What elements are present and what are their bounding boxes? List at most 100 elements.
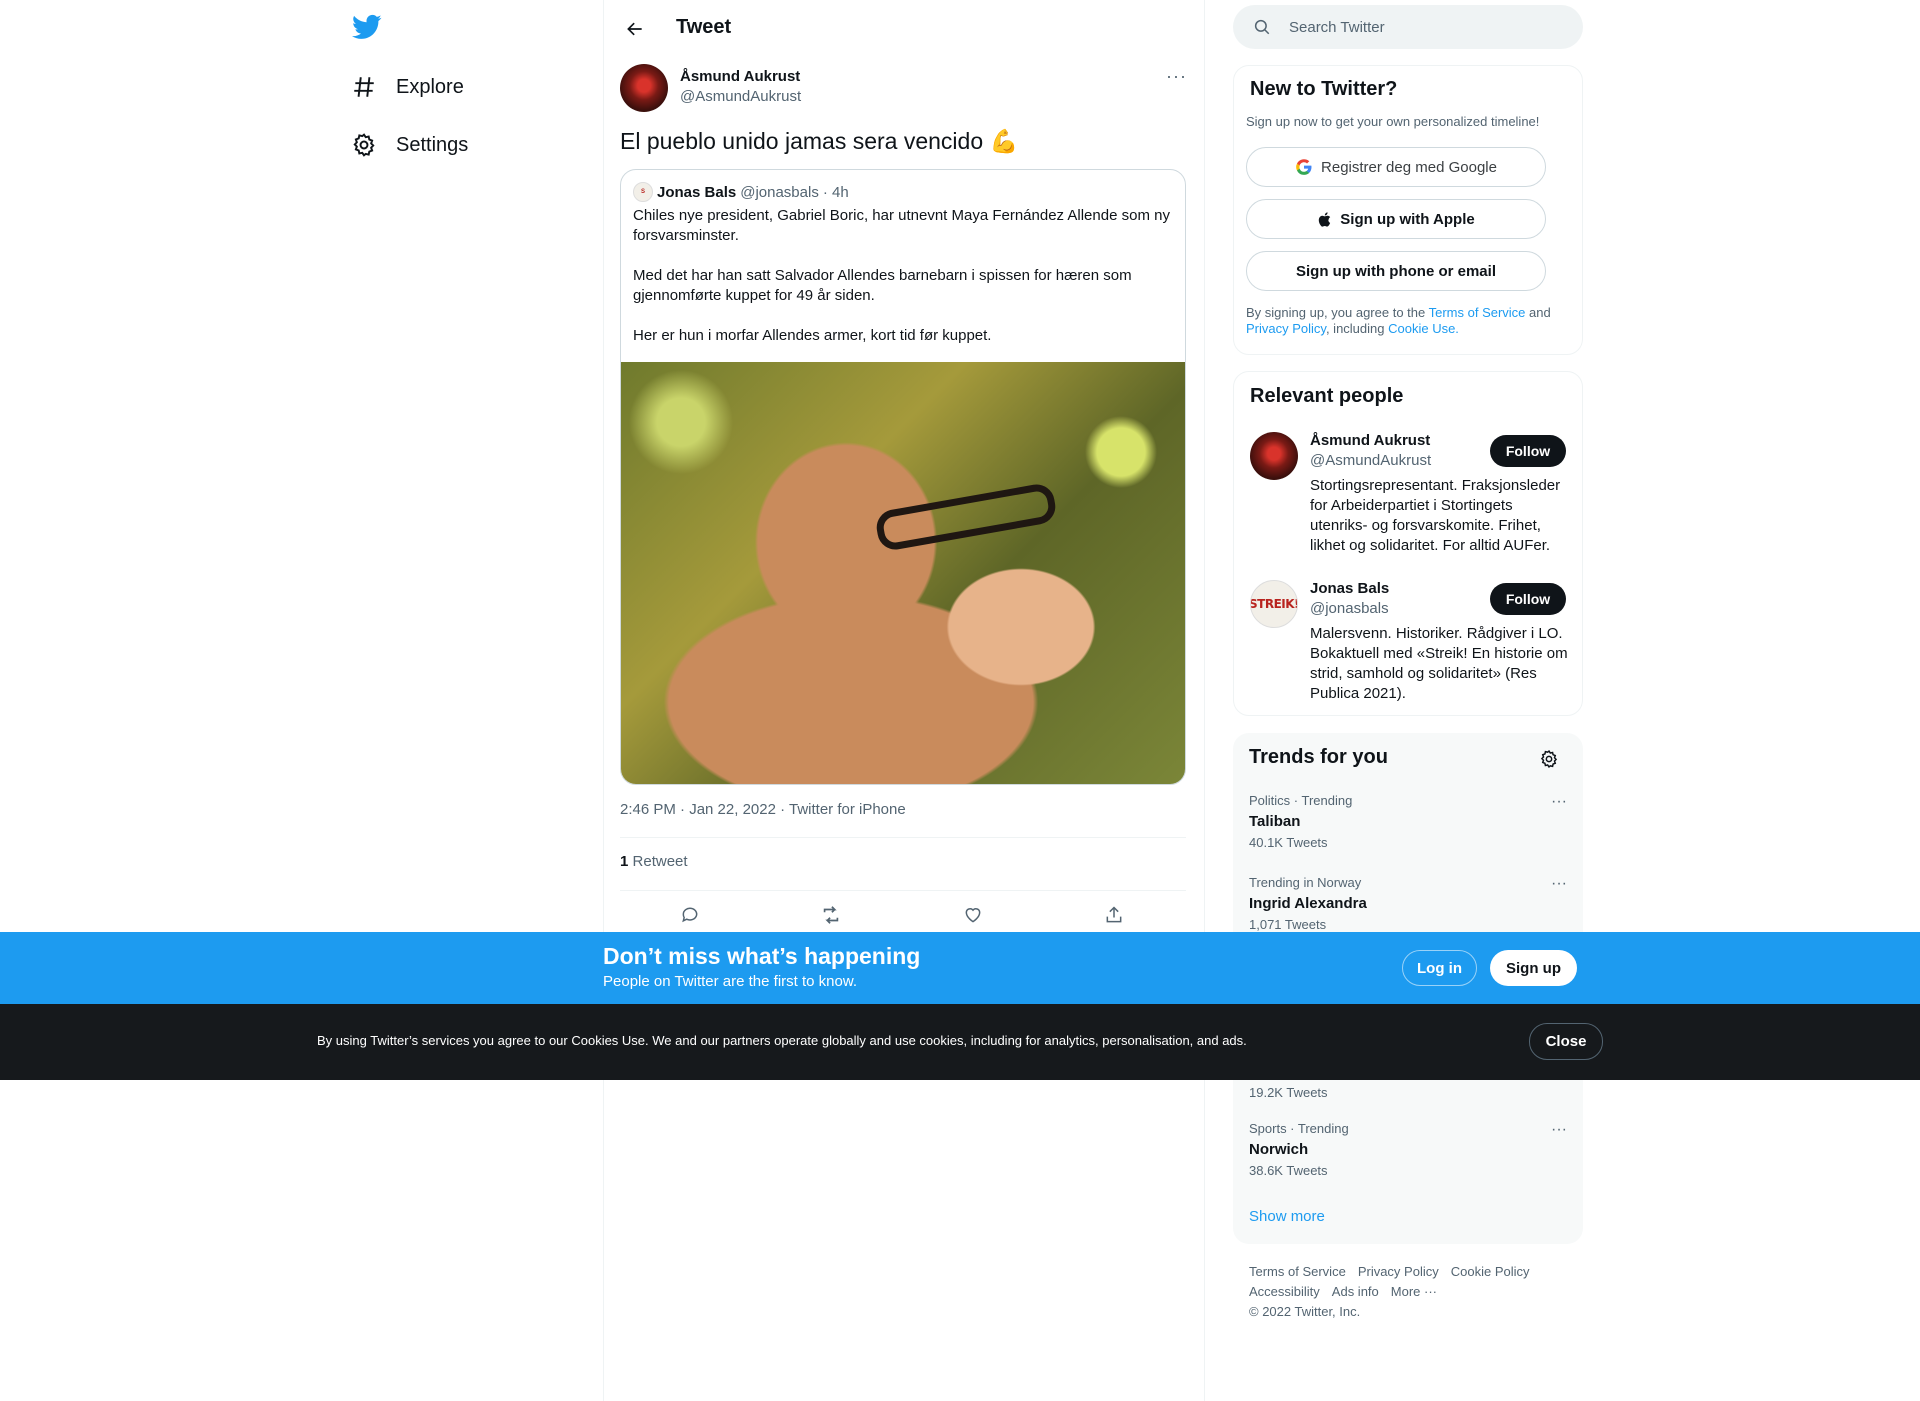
trend-item[interactable]: Politics · Trending Taliban 40.1K Tweets…: [1249, 793, 1567, 851]
trend-context: Sports · Trending: [1249, 1121, 1349, 1136]
trend-more-icon[interactable]: ···: [1551, 1121, 1567, 1139]
gear-icon: [350, 131, 378, 159]
person-avatar[interactable]: STREIK!: [1250, 580, 1298, 628]
search-icon: [1253, 17, 1273, 37]
trend-count: 38.6K Tweets: [1249, 1163, 1328, 1178]
cookie-link[interactable]: Cookie Use.: [1388, 321, 1459, 336]
trend-item[interactable]: Trending in Norway Ingrid Alexandra 1,07…: [1249, 875, 1567, 933]
quote-author-name: Jonas Bals: [657, 183, 737, 201]
person-bio: Malersvenn. Historiker. Rådgiver i LO. B…: [1310, 625, 1568, 702]
quote-author-avatar: S: [633, 182, 653, 202]
footer-link[interactable]: Privacy Policy: [1358, 1264, 1439, 1279]
trend-context: Politics · Trending: [1249, 793, 1353, 808]
trend-count: 40.1K Tweets: [1249, 835, 1328, 850]
trend-item[interactable]: 19.2K Tweets: [1249, 1082, 1567, 1101]
divider: [620, 837, 1186, 838]
back-arrow-icon[interactable]: [620, 14, 650, 44]
footer-link[interactable]: More ···: [1391, 1284, 1437, 1299]
quote-author-handle: @jonasbals: [740, 183, 819, 201]
privacy-link[interactable]: Privacy Policy: [1246, 321, 1326, 336]
quote-time: · 4h: [822, 183, 849, 201]
copyright: © 2022 Twitter, Inc.: [1249, 1304, 1361, 1319]
phone-email-signup-button[interactable]: Sign up with phone or email: [1246, 251, 1546, 291]
nav-explore-label: Explore: [396, 75, 464, 98]
nav-explore[interactable]: Explore: [350, 59, 464, 115]
footer-link[interactable]: Accessibility: [1249, 1284, 1320, 1299]
trend-count: 19.2K Tweets: [1249, 1085, 1328, 1100]
tweet-text: El pueblo unido jamas sera vencido 💪: [620, 128, 1019, 154]
trend-name: Ingrid Alexandra: [1249, 895, 1367, 912]
google-icon: [1296, 159, 1312, 175]
trend-name: Taliban: [1249, 813, 1301, 830]
phone-email-signup-label: Sign up with phone or email: [1295, 262, 1496, 280]
author-handle[interactable]: @AsmundAukrust: [680, 88, 801, 105]
person-avatar[interactable]: [1250, 432, 1298, 480]
trend-more-icon[interactable]: ···: [1551, 875, 1567, 893]
show-more-link[interactable]: Show more: [1249, 1208, 1325, 1225]
retweet-count: 1: [620, 853, 629, 870]
login-button[interactable]: Log in: [1402, 950, 1477, 986]
hashtag-icon: [350, 73, 378, 101]
banner-subtitle: People on Twitter are the first to know.: [603, 973, 858, 990]
trend-name: Norwich: [1249, 1141, 1309, 1158]
nav-settings-label: Settings: [396, 133, 469, 156]
share-icon[interactable]: [1097, 898, 1131, 932]
page-title: Tweet: [676, 16, 732, 38]
follow-button[interactable]: Follow: [1490, 435, 1566, 467]
trend-context: Trending in Norway: [1249, 875, 1362, 890]
trend-more-icon[interactable]: ···: [1551, 793, 1567, 811]
banner-title: Don’t miss what’s happening: [603, 943, 921, 969]
search-input[interactable]: [1287, 17, 1571, 37]
person-bio: Stortingsrepresentant. Fraksjonsleder fo…: [1310, 477, 1561, 554]
quote-photo[interactable]: [621, 362, 1185, 784]
card-subtitle: Sign up now to get your own personalized…: [1246, 114, 1540, 129]
quote-paragraph: Her er hun i morfar Allendes armer, kort…: [633, 327, 992, 344]
nav-settings[interactable]: Settings: [350, 117, 468, 173]
quote-paragraph: Chiles nye president, Gabriel Boric, har…: [633, 207, 1170, 244]
card-title: Trends for you: [1249, 746, 1388, 768]
apple-signup-button[interactable]: Sign up with Apple: [1246, 199, 1546, 239]
signup-banner: [0, 932, 1920, 1004]
author-avatar[interactable]: [620, 64, 668, 112]
tweet-timestamp[interactable]: 2:46 PM · Jan 22, 2022 · Twitter for iPh…: [620, 801, 906, 818]
twitter-logo-icon[interactable]: [352, 12, 382, 42]
person-handle[interactable]: @jonasbals: [1310, 600, 1389, 617]
reply-icon[interactable]: [673, 898, 707, 932]
google-signup-label: Registrer deg med Google: [1321, 158, 1497, 176]
relevant-people-card: Relevant people Åsmund Aukrust @AsmundAu…: [1233, 371, 1583, 716]
trend-item[interactable]: Sports · Trending Norwich 38.6K Tweets ·…: [1249, 1121, 1567, 1179]
new-to-twitter-card: New to Twitter? Sign up now to get your …: [1233, 65, 1583, 355]
like-icon[interactable]: [956, 898, 990, 932]
quote-paragraph: Med det har han satt Salvador Allendes b…: [633, 267, 1132, 304]
retweet-label: Retweet: [632, 853, 688, 870]
card-title: New to Twitter?: [1250, 78, 1398, 100]
google-signup-button[interactable]: Registrer deg med Google: [1246, 147, 1546, 187]
retweet-stats[interactable]: 1 Retweet: [620, 853, 688, 870]
more-options-icon[interactable]: ···: [1166, 66, 1187, 87]
retweet-icon[interactable]: [814, 898, 848, 932]
search-bar[interactable]: [1233, 5, 1583, 49]
card-title: Relevant people: [1250, 385, 1404, 407]
footer: Terms of Service Privacy Policy Cookie Pol…: [1249, 1262, 1569, 1322]
legal-text: By signing up, you agree to the Terms of…: [1246, 305, 1551, 336]
terms-link[interactable]: Terms of Service: [1429, 305, 1526, 320]
quoted-tweet[interactable]: S Jonas Bals @jonasbals · 4h Chiles nye …: [620, 169, 1186, 785]
footer-link[interactable]: Cookie Policy: [1451, 1264, 1530, 1279]
follow-button[interactable]: Follow: [1490, 583, 1566, 615]
signup-button[interactable]: Sign up: [1490, 950, 1577, 986]
person-handle[interactable]: @AsmundAukrust: [1310, 452, 1431, 469]
cookie-close-button[interactable]: Close: [1529, 1023, 1603, 1060]
apple-icon: [1319, 211, 1331, 227]
person-name[interactable]: Jonas Bals: [1310, 580, 1389, 597]
cookie-text: By using Twitter’s services you agree to…: [317, 1033, 1247, 1048]
divider: [620, 890, 1186, 891]
trend-count: 1,071 Tweets: [1249, 917, 1327, 932]
quote-text: Chiles nye president, Gabriel Boric, har…: [633, 206, 1173, 366]
trends-settings-gear-icon[interactable]: [1539, 749, 1559, 769]
person-name[interactable]: Åsmund Aukrust: [1310, 432, 1430, 449]
person-avatar-text: STREIK!: [1250, 597, 1298, 611]
apple-signup-label: Sign up with Apple: [1340, 210, 1475, 228]
footer-link[interactable]: Terms of Service: [1249, 1264, 1346, 1279]
footer-link[interactable]: Ads info: [1332, 1284, 1379, 1299]
author-name[interactable]: Åsmund Aukrust: [680, 68, 800, 85]
